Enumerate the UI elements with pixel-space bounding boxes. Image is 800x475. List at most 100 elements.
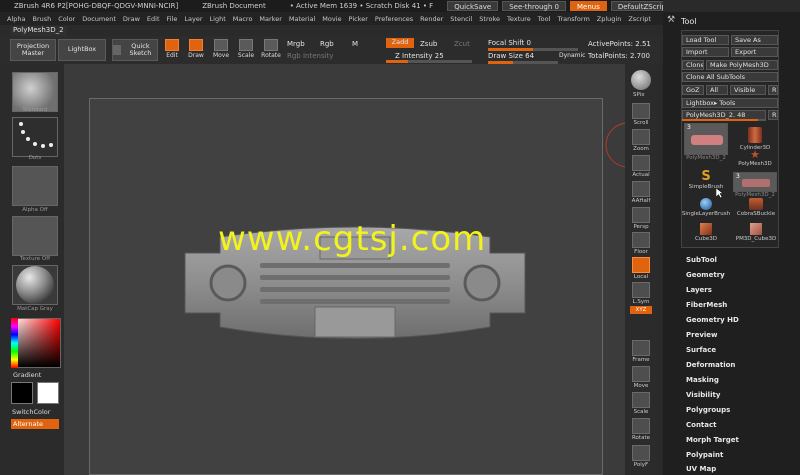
export-button[interactable]: Export <box>731 47 778 57</box>
tool-thumb-polymesh3d-2-b[interactable]: 3 PolyMesh3D_2 <box>732 172 778 198</box>
menu-zplugin[interactable]: Zplugin <box>597 15 622 23</box>
lightbox-button[interactable]: LightBox <box>58 39 106 61</box>
edit-button[interactable]: Edit <box>162 39 182 61</box>
menu-document[interactable]: Document <box>82 15 116 23</box>
menu-marker[interactable]: Marker <box>259 15 281 23</box>
brush-thumbnail[interactable] <box>12 72 58 112</box>
visibility-menu[interactable]: Visibility <box>686 391 720 399</box>
local-button[interactable]: Local <box>630 257 652 281</box>
projection-master-button[interactable]: Projection Master <box>10 39 56 61</box>
clone-button[interactable]: Clone <box>682 60 704 70</box>
preview-menu[interactable]: Preview <box>686 331 718 339</box>
menu-brush[interactable]: Brush <box>32 15 51 23</box>
secondary-color-swatch[interactable] <box>37 382 59 404</box>
zcut-toggle[interactable]: Zcut <box>454 40 470 48</box>
scale-view-button[interactable]: Scale <box>630 392 652 416</box>
menu-movie[interactable]: Movie <box>322 15 341 23</box>
tool-thumb-cube3d[interactable]: Cube3D <box>683 223 729 242</box>
menu-render[interactable]: Render <box>420 15 443 23</box>
main-color-swatch[interactable] <box>11 382 33 404</box>
menu-stencil[interactable]: Stencil <box>450 15 472 23</box>
menu-texture[interactable]: Texture <box>507 15 531 23</box>
spix-label[interactable]: SPix <box>633 92 644 98</box>
geometry-hd-menu[interactable]: Geometry HD <box>686 316 739 324</box>
make-polymesh-button[interactable]: Make PolyMesh3D <box>706 60 778 70</box>
color-picker[interactable] <box>11 318 61 368</box>
alternate-button[interactable]: Alternate <box>11 419 59 429</box>
menu-alpha[interactable]: Alpha <box>7 15 25 23</box>
draw-button[interactable]: Draw <box>186 39 206 61</box>
floor-button[interactable]: Floor <box>630 232 652 256</box>
import-button[interactable]: Import <box>682 47 729 57</box>
menu-transform[interactable]: Transform <box>557 15 589 23</box>
move-button[interactable]: Move <box>211 39 231 61</box>
menu-edit[interactable]: Edit <box>147 15 160 23</box>
scale-button[interactable]: Scale <box>236 39 256 61</box>
tool-thumb-pm3d-cube3d[interactable]: PM3D_Cube3D <box>732 223 780 242</box>
actual-button[interactable]: Actual <box>630 155 652 179</box>
polyf-button[interactable]: PolyF <box>630 445 652 469</box>
rotate-button[interactable]: Rotate <box>261 39 281 61</box>
focal-shift-slider[interactable]: Focal Shift 0 <box>488 39 531 47</box>
focal-shift-track[interactable] <box>488 48 578 51</box>
draw-size-slider[interactable]: Draw Size 64 <box>488 52 534 60</box>
texture-thumbnail[interactable] <box>12 216 58 256</box>
polygroups-menu[interactable]: Polygroups <box>686 406 730 414</box>
move-view-button[interactable]: Move <box>630 366 652 390</box>
tool-thumb-cobrasbuckle[interactable]: CobraSBuckle <box>732 198 780 217</box>
z-intensity-slider[interactable]: Z Intensity 25 <box>395 52 444 60</box>
r-button[interactable]: R <box>768 85 778 95</box>
menu-light[interactable]: Light <box>210 15 226 23</box>
save-as-button[interactable]: Save As <box>731 35 778 45</box>
zadd-toggle[interactable]: Zadd <box>386 38 414 48</box>
menu-preferences[interactable]: Preferences <box>375 15 413 23</box>
menu-macro[interactable]: Macro <box>233 15 253 23</box>
geometry-menu[interactable]: Geometry <box>686 271 725 279</box>
switchcolor-button[interactable]: SwitchColor <box>12 408 50 416</box>
aahalf-button[interactable]: AAHalf <box>630 181 652 205</box>
tool-thumb-simplebrush[interactable]: S SimpleBrush <box>683 170 729 191</box>
tool-palette-title[interactable]: Tool <box>681 17 697 26</box>
menu-picker[interactable]: Picker <box>349 15 368 23</box>
gradient-label[interactable]: Gradient <box>13 371 41 379</box>
menu-zscript[interactable]: Zscript <box>628 15 651 23</box>
menu-file[interactable]: File <box>167 15 178 23</box>
tool-thumb-polymesh3d-2[interactable]: 3 PolyMesh3D_2 <box>683 123 729 161</box>
layers-menu[interactable]: Layers <box>686 286 712 294</box>
subtool-menu[interactable]: SubTool <box>686 256 717 264</box>
stroke-thumbnail[interactable] <box>12 117 58 157</box>
menus-button[interactable]: Menus <box>570 1 607 11</box>
xyz-button[interactable]: XYZ <box>630 306 652 314</box>
scroll-button[interactable]: Scroll <box>630 103 652 127</box>
goz-button[interactable]: GoZ <box>682 85 704 95</box>
quicksave-button[interactable]: QuickSave <box>447 1 499 11</box>
tool-thumb-singlelayerbrush[interactable]: SingleLayerBrush <box>680 198 732 217</box>
menu-layer[interactable]: Layer <box>184 15 202 23</box>
mrgb-toggle[interactable]: Mrgb <box>287 40 305 48</box>
contact-menu[interactable]: Contact <box>686 421 717 429</box>
lightbox-tools-button[interactable]: Lightbox▸ Tools <box>682 98 778 108</box>
tool-thumb-polymesh3d[interactable]: ★ PolyMesh3D <box>732 149 778 168</box>
current-tool-r-button[interactable]: R <box>768 110 778 120</box>
surface-menu[interactable]: Surface <box>686 346 716 354</box>
lsym-button[interactable]: L.Sym <box>630 282 652 306</box>
frame-button[interactable]: Frame <box>630 340 652 364</box>
polypaint-menu[interactable]: Polypaint <box>686 451 723 459</box>
see-through-slider[interactable]: See-through 0 <box>502 1 566 11</box>
masking-menu[interactable]: Masking <box>686 376 719 384</box>
rotate-view-button[interactable]: Rotate <box>630 418 652 442</box>
m-toggle[interactable]: M <box>352 40 358 48</box>
rgb-intensity-slider[interactable]: Rgb Intensity <box>287 52 333 60</box>
fibermesh-menu[interactable]: FiberMesh <box>686 301 727 309</box>
menu-stroke[interactable]: Stroke <box>479 15 500 23</box>
menu-draw[interactable]: Draw <box>123 15 140 23</box>
zoom-button[interactable]: Zoom <box>630 129 652 153</box>
tool-thumb-cylinder3d[interactable]: Cylinder3D <box>732 123 778 151</box>
zsub-toggle[interactable]: Zsub <box>420 40 437 48</box>
hue-strip[interactable] <box>11 318 18 368</box>
menu-material[interactable]: Material <box>289 15 315 23</box>
default-zscript-button[interactable]: DefaultZScript <box>610 1 663 11</box>
morph-target-menu[interactable]: Morph Target <box>686 436 739 444</box>
material-thumbnail[interactable] <box>12 265 58 305</box>
rgb-toggle[interactable]: Rgb <box>320 40 334 48</box>
